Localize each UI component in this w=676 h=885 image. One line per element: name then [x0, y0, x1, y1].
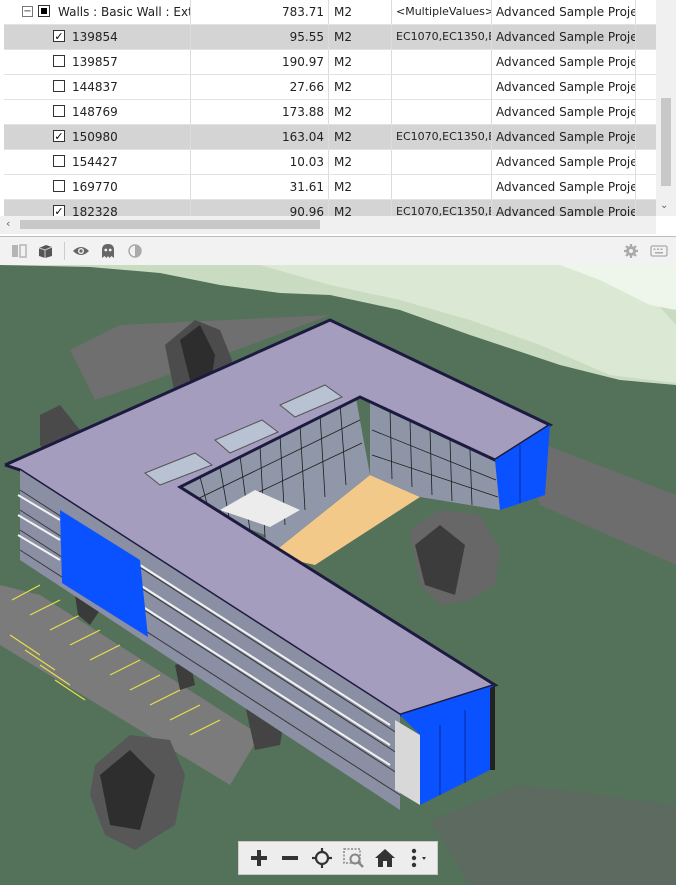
row-area: 27.66 [191, 75, 329, 99]
home-icon[interactable] [372, 845, 398, 871]
scroll-down-icon[interactable]: ⌄ [660, 200, 668, 211]
row-project: Advanced Sample Project [493, 125, 636, 149]
corner-edge [490, 685, 495, 770]
table-row[interactable]: ✓ 139854 95.55M2EC1070,EC1350,ECAdvanced S… [4, 25, 656, 50]
row-id: 139854 [72, 30, 118, 44]
row-unit: M2 [330, 50, 392, 74]
table-row[interactable]: ✓ 150980 163.04M2EC1070,EC1350,ECAdvanced … [4, 125, 656, 150]
toolbar-divider [64, 242, 65, 260]
row-area: 10.03 [191, 150, 329, 174]
row-unit: M2 [330, 25, 392, 49]
row-codes [393, 50, 492, 74]
row-project: Advanced Sample Project [493, 25, 636, 49]
row-area: 173.88 [191, 100, 329, 124]
building-model[interactable] [0, 265, 676, 885]
row-id: 144837 [72, 80, 118, 94]
vertical-scrollbar[interactable]: ⌄ [656, 0, 676, 216]
row-id: 150980 [72, 130, 118, 144]
row-codes: EC1070,EC1350,EC [393, 25, 492, 49]
horizontal-scroll-thumb[interactable] [20, 220, 320, 229]
row-unit: M2 [330, 150, 392, 174]
row-unit: M2 [330, 175, 392, 199]
section-icon[interactable] [10, 243, 28, 259]
row-unit: M2 [330, 75, 392, 99]
vertical-scroll-thumb[interactable] [661, 98, 671, 186]
row-id: 148769 [72, 105, 118, 119]
row-id: 154427 [72, 155, 118, 169]
more-icon[interactable] [404, 845, 430, 871]
row-project: Advanced Sample Project [493, 50, 636, 74]
table-row[interactable]: 148769 173.88 M2 Advanced Sample Project [4, 100, 656, 125]
contrast-icon[interactable] [126, 243, 144, 259]
table-row[interactable]: 169770 31.61 M2 Advanced Sample Project [4, 175, 656, 200]
row-codes [393, 175, 492, 199]
row-unit: M2 [330, 125, 392, 149]
table-row[interactable]: 139857 190.97 M2 Advanced Sample Project [4, 50, 656, 75]
stairwell [395, 720, 420, 805]
row-area: 31.61 [191, 175, 329, 199]
grid-body: − Walls : Basic Wall : Exteric 783.71 M2… [4, 0, 656, 225]
row-area: 95.55 [191, 25, 329, 49]
group-project: Advanced Sample Project [493, 0, 636, 24]
row-codes [393, 150, 492, 174]
table-row[interactable]: 144837 27.66 M2 Advanced Sample Project [4, 75, 656, 100]
viewer-toolbar [0, 237, 676, 266]
keyboard-icon[interactable] [650, 243, 668, 259]
row-unit: M2 [330, 100, 392, 124]
table-row[interactable]: 154427 10.03 M2 Advanced Sample Project [4, 150, 656, 175]
group-area: 783.71 [191, 0, 329, 24]
row-checkbox[interactable] [53, 105, 65, 117]
group-codes: <MultipleValues> [393, 0, 492, 24]
row-codes [393, 100, 492, 124]
row-checkbox[interactable] [53, 80, 65, 92]
zoom-out-icon[interactable] [277, 845, 303, 871]
3d-model-viewer[interactable] [0, 265, 676, 885]
zoom-in-icon[interactable] [246, 845, 272, 871]
row-project: Advanced Sample Project [493, 175, 636, 199]
collapse-toggle[interactable]: − [22, 6, 33, 17]
group-row[interactable]: − Walls : Basic Wall : Exteric 783.71 M2… [4, 0, 656, 25]
row-project: Advanced Sample Project [493, 100, 636, 124]
element-grid: − Walls : Basic Wall : Exteric 783.71 M2… [0, 0, 676, 237]
road-south [430, 785, 676, 885]
row-codes [393, 75, 492, 99]
horizontal-scrollbar[interactable]: ‹ [0, 216, 656, 234]
ghost-icon[interactable] [99, 243, 117, 259]
row-id: 139857 [72, 55, 118, 69]
eye-icon[interactable] [72, 243, 90, 259]
scroll-left-icon[interactable]: ‹ [6, 217, 10, 230]
row-project: Advanced Sample Project [493, 75, 636, 99]
group-checkbox[interactable] [38, 5, 50, 17]
row-checkbox[interactable] [53, 155, 65, 167]
row-checkbox[interactable]: ✓ [53, 30, 65, 42]
group-name: Walls : Basic Wall : Exteric [58, 5, 191, 19]
row-codes: EC1070,EC1350,EC [393, 125, 492, 149]
box-icon[interactable] [36, 243, 54, 259]
row-area: 190.97 [191, 50, 329, 74]
fit-icon[interactable] [309, 845, 335, 871]
row-checkbox[interactable] [53, 55, 65, 67]
row-project: Advanced Sample Project [493, 150, 636, 174]
row-id: 169770 [72, 180, 118, 194]
row-checkbox[interactable]: ✓ [53, 130, 65, 142]
group-unit: M2 [330, 0, 392, 24]
row-area: 163.04 [191, 125, 329, 149]
zoom-region-icon[interactable] [341, 845, 367, 871]
navigation-bar [238, 841, 438, 875]
row-checkbox[interactable] [53, 180, 65, 192]
gear-icon[interactable] [622, 243, 640, 259]
